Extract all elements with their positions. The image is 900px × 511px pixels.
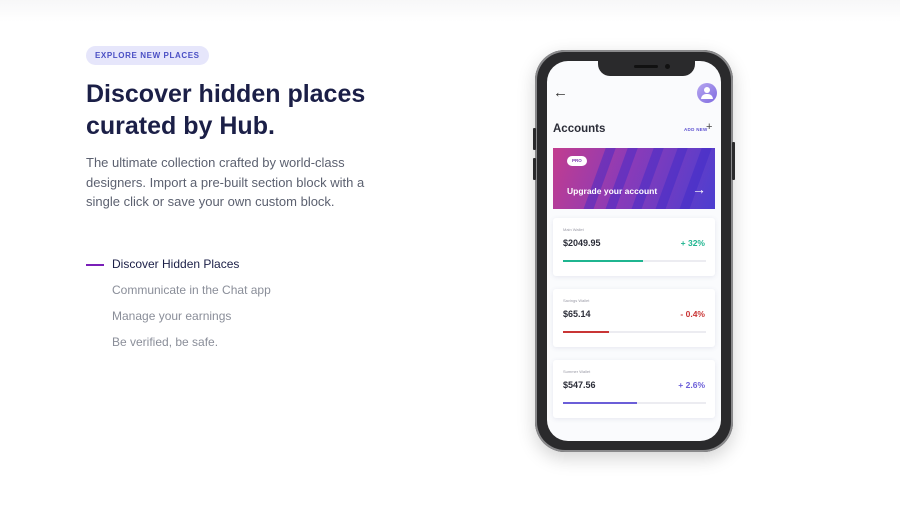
plus-icon[interactable]: + [706,121,712,133]
wallet-progress-track [563,260,706,262]
wallet-card-savings[interactable]: Savings Wallet $65.14 - 0.4% [553,289,715,347]
feature-item-earnings[interactable]: Manage your earnings [86,306,271,332]
phone-screen: ← Accounts ADD NEW + PRO Upgrade your ac… [547,61,721,441]
upgrade-card[interactable]: PRO Upgrade your account → [553,148,715,209]
arrow-right-icon[interactable]: → [692,181,706,197]
upgrade-label: Upgrade your account [567,186,658,196]
phone-power-button [732,142,735,180]
wallet-change: - 0.4% [680,309,705,319]
wallet-amount: $547.56 [563,380,596,390]
explore-badge: EXPLORE NEW PLACES [86,46,209,65]
wallet-progress-track [563,331,706,333]
avatar-head [704,87,710,93]
wallet-card-main[interactable]: Main Wallet $2049.95 + 32% [553,218,715,276]
wallet-progress-fill [563,331,609,333]
phone-mockup: ← Accounts ADD NEW + PRO Upgrade your ac… [533,50,735,452]
wallet-name: Main Wallet [563,227,584,232]
arrow-left-icon[interactable]: ← [553,85,568,101]
active-indicator [86,264,104,266]
pro-badge: PRO [567,156,587,166]
front-camera [665,64,670,69]
feature-item-verified[interactable]: Be verified, be safe. [86,332,271,358]
feature-list: Discover Hidden Places Communicate in th… [86,254,271,358]
feature-item-chat[interactable]: Communicate in the Chat app [86,280,271,306]
wallet-amount: $65.14 [563,309,591,319]
wallet-progress-fill [563,402,638,404]
user-avatar-icon[interactable] [697,83,717,103]
feature-label: Be verified, be safe. [112,335,219,349]
lead-paragraph: The ultimate collection crafted by world… [86,155,365,209]
feature-label: Discover Hidden Places [112,257,240,271]
add-new-link[interactable]: ADD NEW [684,127,708,132]
phone-volume-button [533,128,536,150]
feature-label: Manage your earnings [112,309,232,323]
wallet-amount: $2049.95 [563,238,601,248]
avatar-body [701,94,713,99]
page-title: Discover hidden places curated by Hub. [86,80,366,140]
feature-item-discover[interactable]: Discover Hidden Places [86,254,271,280]
wallet-card-summer[interactable]: Summer Wallet $547.56 + 2.6% [553,360,715,418]
phone-notch [598,61,695,76]
wallet-progress-track [563,402,706,404]
wallet-change: + 32% [680,238,705,248]
wallet-change: + 2.6% [678,380,705,390]
phone-volume-button [533,158,536,180]
wallet-progress-fill [563,260,644,262]
feature-label: Communicate in the Chat app [112,283,271,297]
accounts-title: Accounts [553,123,606,135]
speaker-grille [634,65,658,68]
wallet-name: Savings Wallet [563,298,590,303]
wallet-name: Summer Wallet [563,369,591,374]
